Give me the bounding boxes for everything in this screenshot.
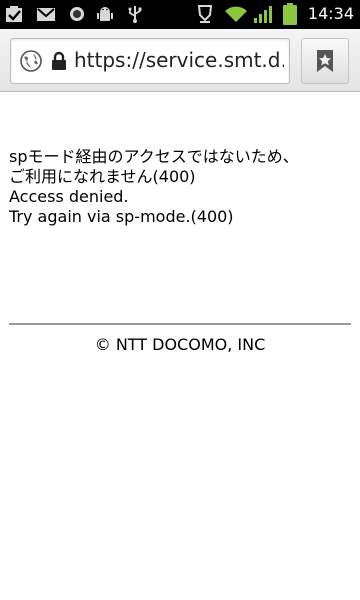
- message-line: Try again via sp-mode.(400): [9, 207, 234, 226]
- browser-toolbar: https://service.smt.d…: [0, 29, 360, 92]
- battery-icon: [283, 3, 297, 25]
- voicemail-icon: [70, 7, 84, 21]
- url-bar[interactable]: https://service.smt.d…: [10, 38, 290, 84]
- bookmark-button[interactable]: [301, 38, 349, 84]
- android-debug-icon: [97, 7, 113, 21]
- bookmark-icon: [317, 50, 333, 72]
- message-line: Access denied.: [9, 187, 129, 206]
- alarm-icon: [197, 5, 213, 23]
- message-line: ご利用になれません(400): [9, 167, 196, 186]
- url-text[interactable]: https://service.smt.d…: [74, 48, 284, 72]
- usb-icon: [128, 6, 142, 23]
- message-line: spモード経由のアクセスではないため、: [9, 147, 299, 166]
- copyright-footer: © NTT DOCOMO, INC: [94, 335, 266, 354]
- tasks-icon: [6, 6, 22, 22]
- wifi-icon: [225, 6, 247, 22]
- divider: [9, 323, 351, 325]
- error-message: spモード経由のアクセスではないため、 ご利用になれません(400) Acces…: [9, 147, 354, 227]
- site-globe-icon[interactable]: [20, 50, 42, 72]
- gmail-icon: [37, 8, 55, 21]
- clock: 14:34: [307, 4, 354, 23]
- signal-icon: [254, 6, 272, 23]
- status-bar: 14:34: [0, 0, 360, 29]
- lock-icon: [52, 51, 66, 70]
